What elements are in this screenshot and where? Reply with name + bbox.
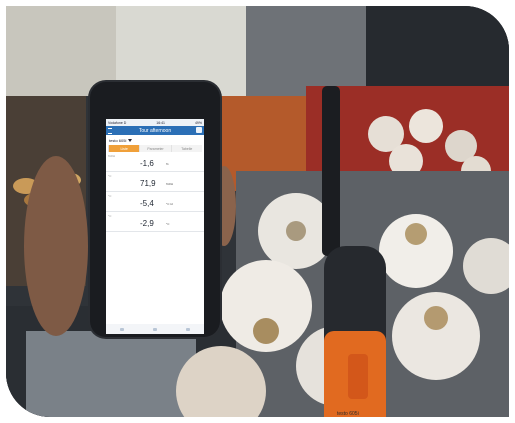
reading-row: °C -2,9 °C [106,212,204,232]
reading-value: 71,9 [140,179,156,188]
carrier-text: Vodafone D [108,120,127,125]
reading-value: -2,9 [140,219,154,228]
app-screen: Vodafone D 16:41 49% Tour afternoon test… [106,119,204,334]
image-frame: Vodafone D 16:41 49% Tour afternoon test… [0,0,515,423]
tab-parameter[interactable]: Parameter [139,145,171,152]
tab-tabelle[interactable]: Tabelle [170,145,202,152]
reading-channel: %RH [108,154,116,158]
reading-row: °C 71,9 %RH [106,172,204,192]
warehouse-scene [6,6,509,417]
reading-value: -5,4 [140,199,154,208]
chevron-down-icon [128,138,133,142]
reading-unit: %RH [166,182,174,186]
device-selector[interactable]: testo 605i [106,135,204,145]
device-name: testo 605i [109,137,127,143]
status-bar: Vodafone D 16:41 49% [106,119,204,126]
reading-row: °C -5,4 °C td [106,192,204,212]
menu-icon[interactable] [108,128,112,134]
nav-settings-icon[interactable] [185,327,190,331]
probe-shaft [322,86,340,256]
reading-unit: °C td [166,202,173,206]
reading-channel: °C [108,194,112,198]
app-title-bar: Tour afternoon [106,126,204,135]
reading-unit: °C [166,222,170,226]
probe-label: testo 605i [337,411,359,417]
edit-icon[interactable] [196,127,202,133]
probe-button [348,354,368,399]
reading-channel: °C [108,174,112,178]
reading-unit: % [166,162,169,166]
reading-value: -1,6 [140,159,154,168]
app-title: Tour afternoon [138,127,172,134]
battery-text: 49% [194,120,202,125]
nav-measure-icon[interactable] [152,327,157,331]
photo: Vodafone D 16:41 49% Tour afternoon test… [6,6,509,417]
bottom-nav [106,324,204,334]
clock-text: 16:41 [156,120,166,125]
reading-row: %RH -1,6 % [106,152,204,172]
smartphone: Vodafone D 16:41 49% Tour afternoon test… [90,82,220,337]
view-tabs: Liste Parameter Tabelle [108,145,202,152]
nav-home-icon[interactable] [120,327,125,331]
reading-channel: °C [108,214,112,218]
tab-liste[interactable]: Liste [108,145,140,152]
